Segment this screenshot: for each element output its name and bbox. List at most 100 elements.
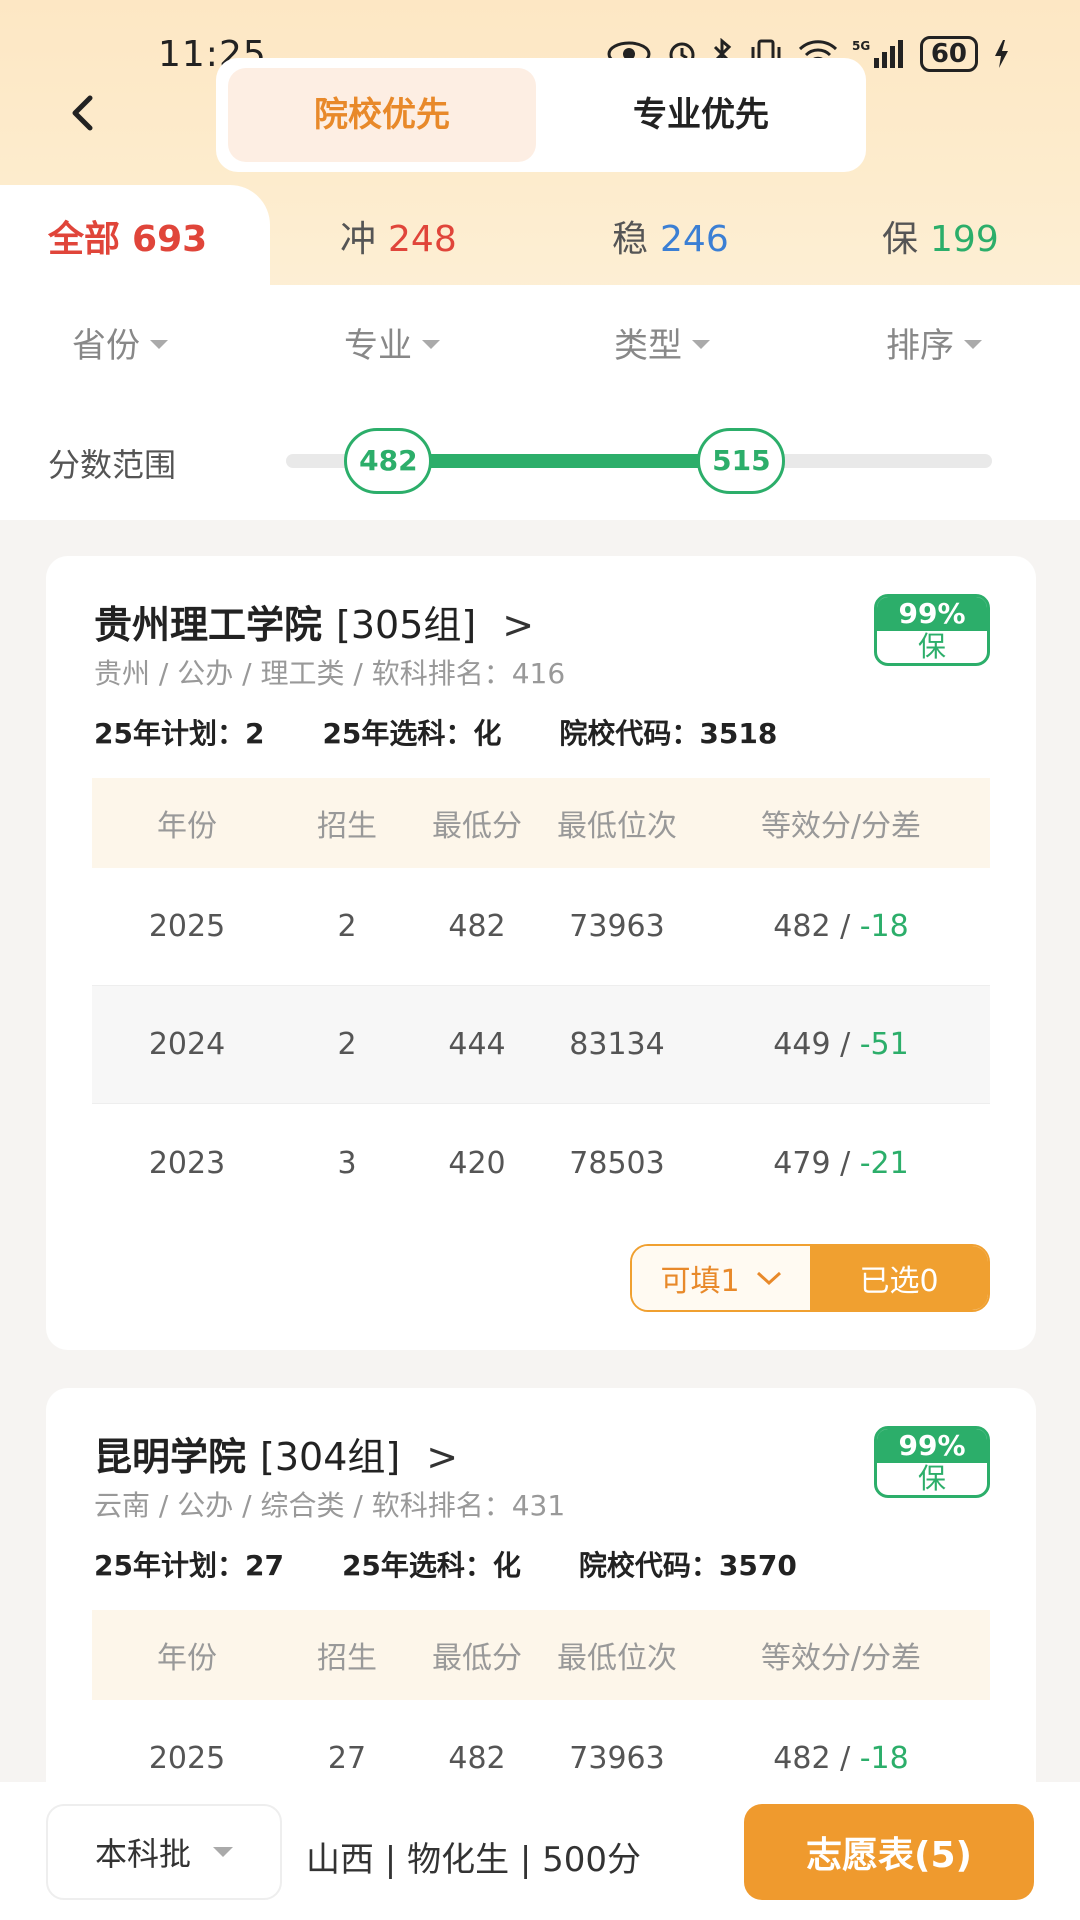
cell-year: 2025 [148,1741,226,1776]
probability-value: 99% [877,1429,987,1463]
table-header: 年份 招生 最低分 最低位次 等效分/分差 [92,778,990,868]
header-min-rank: 最低位次 [557,1641,677,1676]
cell-min-score: 482 [448,1741,506,1776]
probability-level: 保 [917,630,946,663]
chevron-right-icon[interactable]: > [426,1435,458,1479]
header-min-score: 最低分 [432,1641,522,1676]
score-range-max-handle[interactable]: 515 [697,428,786,494]
selected-button[interactable]: 已选0 [810,1246,988,1310]
header-year: 年份 [157,809,217,844]
svg-text:5G: 5G [852,39,870,53]
school-code: 院校代码：3570 [578,1549,797,1582]
caret-down-icon [422,340,440,349]
chevron-right-icon[interactable]: > [502,603,534,647]
school-title[interactable]: 昆明学院 [304组] > [94,1426,458,1481]
type-dropdown-label: 类型 [614,326,682,366]
cell-min-rank: 73963 [569,909,665,944]
tab-match[interactable]: 稳 246 [612,210,729,262]
caret-down-icon [692,340,710,349]
equivalent-score: 479 / [773,1145,860,1181]
sort-dropdown-label: 排序 [886,326,954,366]
header-year: 年份 [157,1641,217,1676]
user-profile-summary: 山西 | 物化生 | 500分 [306,1840,642,1880]
tab-all-label: 全部 [48,219,121,260]
school-meta: 云南 / 公办 / 综合类 / 软科排名：431 [94,1489,566,1522]
equivalent-score: 482 / [773,909,860,944]
cell-enroll: 27 [327,1741,367,1776]
admission-probability-badge: 99% 保 [874,594,990,666]
tab-reach[interactable]: 冲 248 [340,210,457,262]
cell-equivalent: 479 / -21 [692,1146,990,1181]
enroll-plan: 25年计划：2 [94,717,265,750]
fillable-label: 可填1 [660,1264,740,1299]
school-info: 25年计划：27 25年选科：化 院校代码：3570 [94,1544,855,1584]
selection-control: 可填1 已选0 [630,1244,990,1312]
major-dropdown-label: 专业 [344,326,412,366]
score-range-min-handle[interactable]: 482 [344,428,433,494]
header-equivalent-diff: 等效分/分差 [760,1641,922,1676]
cell-equivalent: 482 / -18 [692,909,990,944]
cell-min-rank: 73963 [569,1741,665,1776]
risk-filter-tabs: 全部 693 冲 248 稳 246 保 199 [0,185,1080,290]
school-code: 院校代码：3518 [559,717,778,750]
subject-requirement: 25年选科：化 [322,717,502,750]
school-info: 25年计划：2 25年选科：化 院校代码：3518 [94,712,835,752]
tab-major-first[interactable]: 专业优先 [546,68,856,162]
wish-list-button[interactable]: 志愿表(5) [744,1804,1034,1900]
filter-dropdowns: 省份 专业 类型 排序 [0,318,1080,378]
major-dropdown[interactable]: 专业 [344,318,440,367]
cell-year: 2023 [148,1145,226,1181]
score-diff: -51 [859,1027,909,1062]
school-name: 贵州理工学院 [94,603,323,647]
probability-value: 99% [877,597,987,631]
cell-min-rank: 83134 [569,1027,665,1062]
header-min-rank: 最低位次 [557,809,677,844]
score-range-label: 分数范围 [48,446,177,484]
equivalent-score: 482 / [773,1741,860,1776]
cell-year: 2024 [148,1027,226,1062]
tab-reach-label: 冲 [340,219,377,260]
caret-down-icon [150,340,168,349]
school-card[interactable]: 贵州理工学院 [305组] > 99% 保 贵州 / 公办 / 理工类 / 软科排名… [46,556,1036,1350]
equivalent-score: 449 / [773,1027,860,1062]
tab-all[interactable]: 全部 693 [48,210,207,262]
score-range-fill [388,454,742,468]
school-meta: 贵州 / 公办 / 理工类 / 软科排名：416 [94,657,566,690]
school-group: [305组] [336,603,477,647]
admission-probability-badge: 99% 保 [874,1426,990,1498]
province-dropdown[interactable]: 省份 [72,318,168,367]
tab-school-first[interactable]: 院校优先 [228,68,536,162]
batch-label: 本科批 [94,1835,191,1873]
probability-level: 保 [917,1462,946,1495]
tab-safety-label: 保 [882,219,919,260]
type-dropdown[interactable]: 类型 [614,318,710,367]
history-table: 年份 招生 最低分 最低位次 等效分/分差 2025 2 482 73963 4… [92,778,990,1222]
subject-requirement: 25年选科：化 [341,1549,521,1582]
cell-min-score: 420 [448,1145,506,1181]
table-row: 2024 2 444 83134 449 / -51 [92,986,990,1104]
header-enroll: 招生 [317,1641,377,1676]
school-name: 昆明学院 [94,1435,247,1479]
score-diff: -18 [859,909,909,944]
school-title[interactable]: 贵州理工学院 [305组] > [94,594,534,649]
score-diff: -18 [859,1741,909,1776]
table-row: 2025 2 482 73963 482 / -18 [92,868,990,986]
priority-segmented-control: 院校优先 专业优先 [216,58,866,172]
batch-dropdown[interactable]: 本科批 [46,1804,282,1900]
tab-all-count: 693 [132,219,208,260]
chevron-down-icon [756,1271,781,1286]
cell-min-score: 482 [448,909,506,944]
sort-dropdown[interactable]: 排序 [886,318,982,367]
cell-enroll: 2 [337,909,357,944]
tab-match-count: 246 [660,219,729,260]
fillable-dropdown[interactable]: 可填1 [632,1246,810,1310]
header-equivalent-diff: 等效分/分差 [760,809,922,844]
tab-safety[interactable]: 保 199 [882,210,999,262]
province-dropdown-label: 省份 [72,326,140,366]
tab-safety-count: 199 [930,219,999,260]
table-header: 年份 招生 最低分 最低位次 等效分/分差 [92,1610,990,1700]
cell-equivalent: 482 / -18 [692,1741,990,1776]
header-min-score: 最低分 [432,809,522,844]
caret-down-icon [964,340,982,349]
back-icon[interactable] [60,88,110,138]
